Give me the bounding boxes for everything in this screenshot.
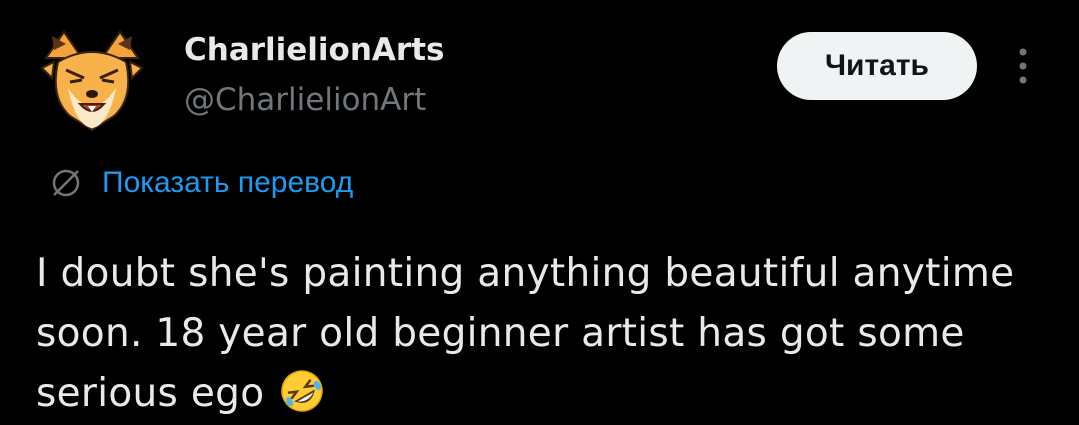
author-display-name[interactable]: CharlielionArts [184,28,444,72]
more-options-button[interactable] [1008,44,1038,88]
follow-button[interactable]: Читать [777,32,977,100]
tweet-text: I doubt she's painting anything beautifu… [36,244,1046,424]
globe-icon [52,169,80,197]
author-handle[interactable]: @CharlielionArt [184,78,426,122]
tweet-body: I doubt she's painting anything beautifu… [36,251,1015,416]
rolling-on-floor-laughing-icon [281,370,323,412]
show-translation-link[interactable]: Показать перевод [48,160,353,206]
show-translation-label: Показать перевод [102,166,354,199]
vertical-ellipsis-icon [1019,48,1027,84]
avatar[interactable] [36,28,148,136]
cartoon-fox-avatar-icon [40,30,144,132]
